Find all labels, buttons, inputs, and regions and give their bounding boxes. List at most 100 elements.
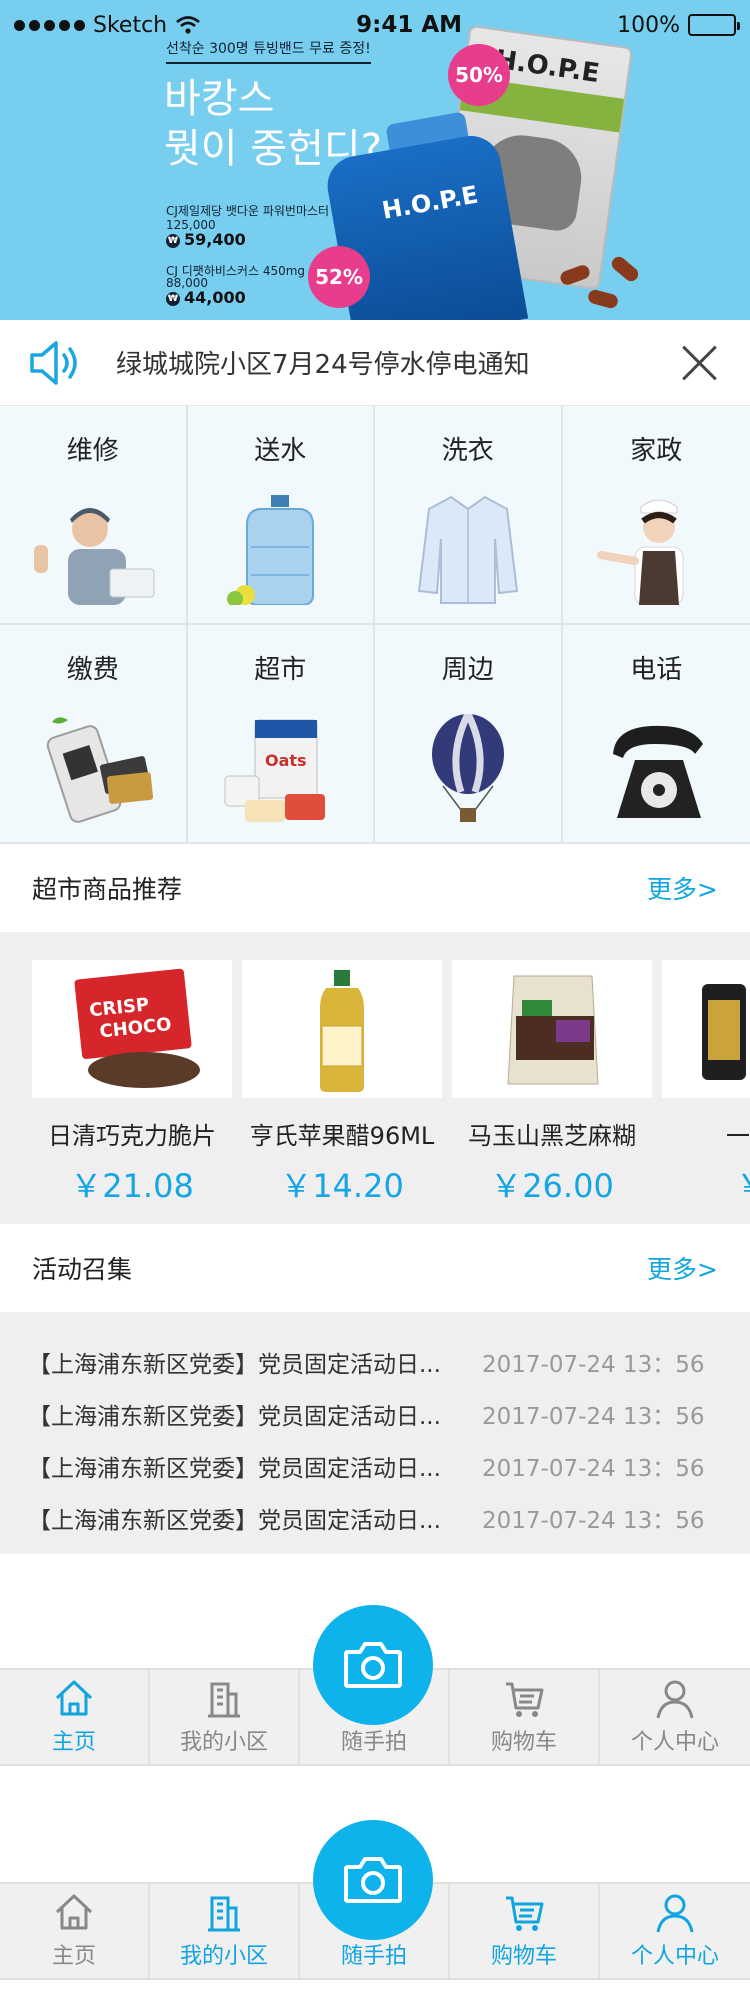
service-label: 维修 [66,436,119,466]
tab-profile[interactable]: 个人中心 [600,1670,750,1764]
status-bar: Sketch 9:41 AM 100% [0,0,750,50]
home-icon [55,1680,93,1716]
supermarket-header: 超市商品推荐 更多> [0,844,750,932]
product-card[interactable]: CRISP CHOCO 日清巧克力脆片 ￥21.08 [32,960,232,1207]
discount-badge: 50% [448,44,510,106]
tab-cart[interactable]: 购物车 [450,1670,600,1764]
notice-bar[interactable]: 绿城城院小区7月24号停水停电通知 [0,320,750,406]
product-image: CRISP CHOCO [32,960,232,1098]
sesame-paste-bag-icon [507,975,599,1085]
tab-cart[interactable]: 购物车 [450,1884,600,1978]
service-label: 洗衣 [441,436,494,466]
product-image [242,960,442,1098]
tab-label: 个人中心 [630,1944,719,1969]
activity-time: 2017-07-24 13：56 [482,1508,705,1534]
cart-icon [506,1682,544,1717]
water-can-icon [702,984,746,1080]
tab-label: 购物车 [490,1730,557,1755]
service-housekeeping[interactable]: 家政 [562,406,750,625]
service-label: 家政 [630,436,683,466]
phone-payment-icon [46,717,153,823]
product-name: 亨氏苹果醋96ML [249,1122,435,1150]
close-icon[interactable] [674,338,724,388]
shirt-icon [417,495,518,604]
tab-label: 随手拍 [340,1730,407,1755]
tab-label: 主页 [51,1944,96,1969]
telephone-icon [613,725,704,818]
product-card[interactable]: 一圈矿 ￥2 [662,960,750,1207]
speaker-icon [30,340,77,385]
home-icon [55,1894,93,1930]
list-item[interactable]: 【上海浦东新区党委】党员固定活动日... 2017-07-24 13：56 [0,1440,750,1492]
activities-header: 活动召集 更多> [0,1224,750,1312]
cart-icon [506,1896,544,1931]
service-payment[interactable]: 缴费 [0,625,188,844]
service-nearby[interactable]: 周边 [375,625,563,844]
tab-label: 随手拍 [340,1944,407,1969]
product-name: 日清巧克力脆片 [48,1122,216,1150]
activities-list: 【上海浦东新区党委】党员固定活动日... 2017-07-24 13：56 【上… [0,1312,750,1554]
tab-label: 购物车 [490,1944,557,1969]
camera-icon [344,1857,402,1903]
vinegar-bottle-icon [320,970,364,1092]
water-jug-icon [227,495,315,605]
activity-time: 2017-07-24 13：56 [482,1352,705,1378]
tab-label: 主页 [51,1730,96,1755]
product-image [452,960,652,1098]
discount-badge: 52% [308,246,370,308]
service-label: 超市 [254,655,307,685]
notice-text[interactable]: 绿城城院小区7月24号停水停电通知 [116,344,674,381]
product-image [662,960,750,1098]
service-label: 送水 [254,436,307,466]
capsule-image [586,288,620,310]
tab-label: 我的小区 [179,1944,268,1969]
tab-community[interactable]: 我的小区 [150,1670,300,1764]
service-repair[interactable]: 维修 [0,406,188,625]
person-icon [656,1680,694,1719]
tab-home[interactable]: 主页 [0,1884,150,1978]
tab-home[interactable]: 主页 [0,1670,150,1764]
won-icon: ₩ [166,291,180,306]
product-carousel[interactable]: CRISP CHOCO 日清巧克力脆片 ￥21.08 亨氏苹果醋96ML ￥14… [0,932,750,1224]
balloon-icon [431,714,504,822]
list-item[interactable]: 【上海浦东新区党委】党员固定活动日... 2017-07-24 13：56 [0,1336,750,1388]
camera-button[interactable] [313,1820,433,1940]
product-price: ￥21.08 [70,1167,194,1205]
svg-text:Oats: Oats [265,751,307,770]
building-icon [208,1682,240,1718]
service-phone[interactable]: 电话 [562,625,750,844]
activity-time: 2017-07-24 13：56 [482,1404,705,1430]
activity-title: 【上海浦东新区党委】党员固定活动日... [28,1404,441,1430]
section-title: 活动召集 [32,1255,133,1284]
more-link[interactable]: 更多> [647,870,718,906]
promo-banner[interactable]: Sketch 9:41 AM 100% 선착순 300명 튜빙밴드 무료 증정!… [0,0,750,320]
service-supermarket[interactable]: 超市 Oats [187,625,375,844]
list-item[interactable]: 【上海浦东新区党委】党员固定活动日... 2017-07-24 13：56 [0,1492,750,1544]
product-card[interactable]: 亨氏苹果醋96ML ￥14.20 [242,960,442,1207]
chocolate-box-icon: CRISP CHOCO [74,968,200,1088]
service-laundry[interactable]: 洗衣 [375,406,563,625]
housekeeper-icon [597,499,684,605]
product-name: 马玉山黑芝麻糊 [468,1122,636,1150]
list-item[interactable]: 【上海浦东新区党委】党员固定活动日... 2017-07-24 13：56 [0,1388,750,1440]
wifi-icon [176,16,200,34]
won-icon: ₩ [166,233,180,248]
more-link[interactable]: 更多> [647,1250,718,1286]
capsule-image [609,253,641,285]
banner-item2-price: ₩44,000 [166,288,246,307]
tab-label: 个人中心 [630,1730,719,1755]
tab-community[interactable]: 我的小区 [150,1884,300,1978]
camera-icon [344,1642,402,1688]
service-label: 电话 [630,655,683,685]
activity-title: 【上海浦东新区党委】党员固定活动日... [28,1508,441,1534]
service-label: 缴费 [66,655,119,685]
status-time: 9:41 AM [356,12,463,38]
product-price: ￥2 [662,1161,750,1207]
tab-profile[interactable]: 个人中心 [600,1884,750,1978]
product-price: ￥14.20 [280,1167,404,1205]
product-card[interactable]: 马玉山黑芝麻糊 ￥26.00 [452,960,652,1207]
signal-icon [14,19,85,31]
camera-button[interactable] [313,1605,433,1725]
groceries-icon: Oats [224,719,326,822]
service-water[interactable]: 送水 [187,406,375,625]
